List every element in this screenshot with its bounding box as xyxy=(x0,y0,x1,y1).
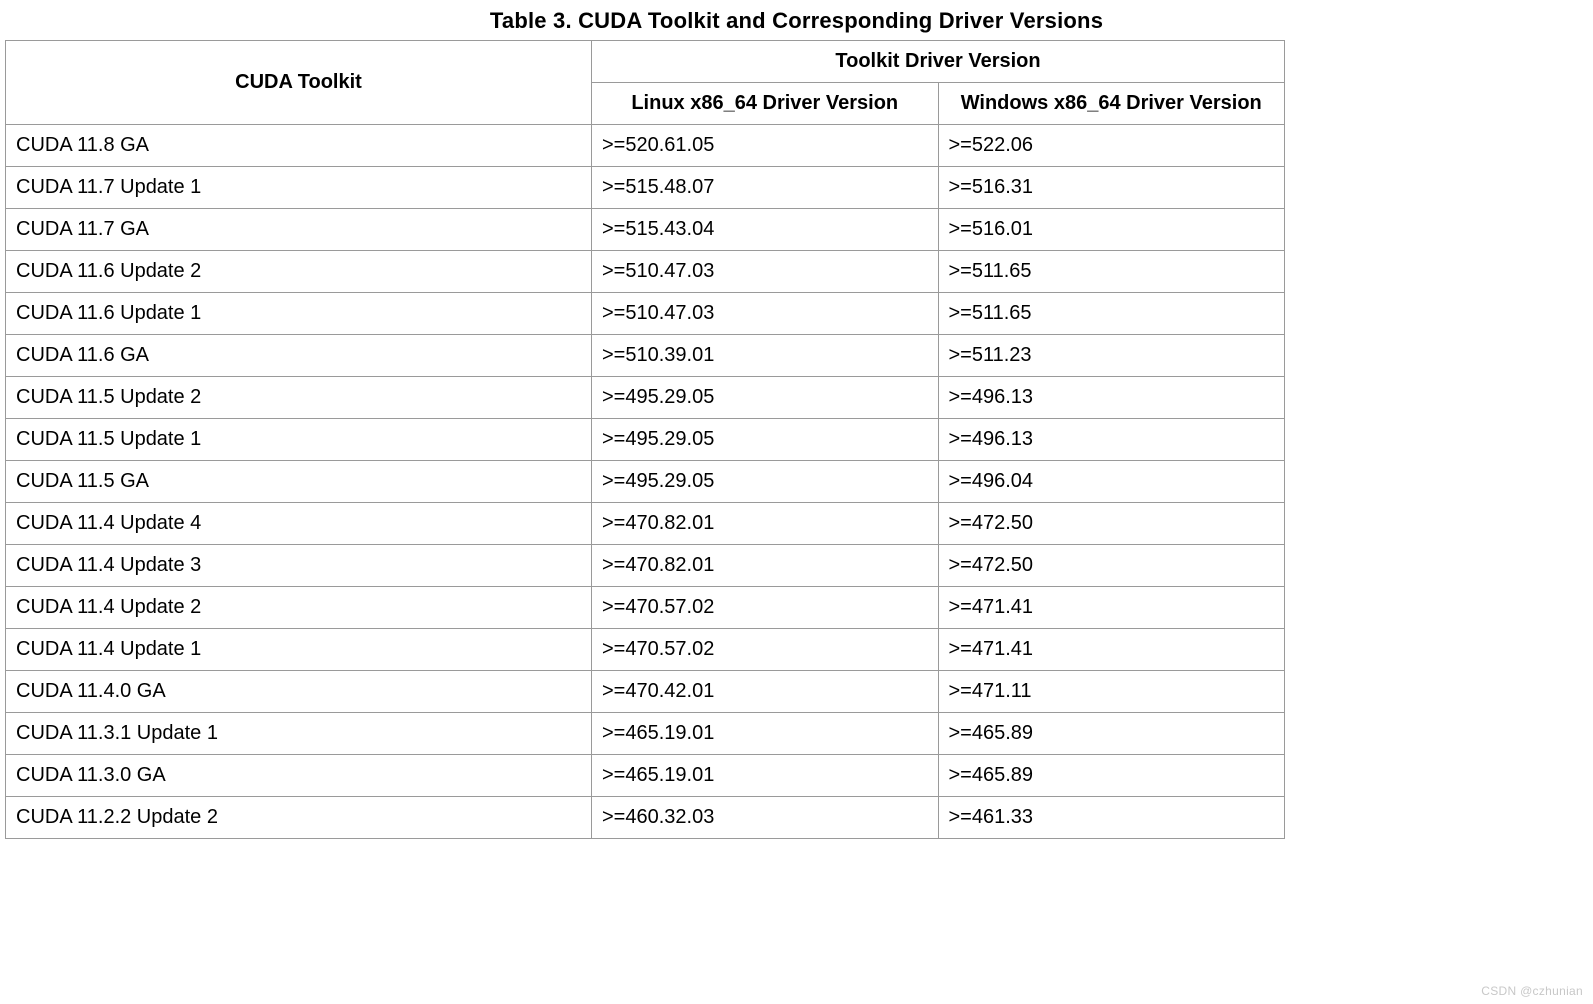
cell-toolkit: CUDA 11.6 Update 2 xyxy=(6,251,592,293)
header-linux-driver: Linux x86_64 Driver Version xyxy=(592,83,939,125)
cell-toolkit: CUDA 11.5 Update 1 xyxy=(6,419,592,461)
table-row: CUDA 11.5 GA>=495.29.05>=496.04 xyxy=(6,461,1285,503)
cell-toolkit: CUDA 11.7 GA xyxy=(6,209,592,251)
cell-linux-driver: >=515.48.07 xyxy=(592,167,939,209)
header-windows-driver: Windows x86_64 Driver Version xyxy=(938,83,1285,125)
cell-windows-driver: >=496.13 xyxy=(938,419,1285,461)
cell-windows-driver: >=511.23 xyxy=(938,335,1285,377)
cell-toolkit: CUDA 11.4.0 GA xyxy=(6,671,592,713)
table-row: CUDA 11.6 Update 2>=510.47.03>=511.65 xyxy=(6,251,1285,293)
cell-toolkit: CUDA 11.7 Update 1 xyxy=(6,167,592,209)
cell-windows-driver: >=471.41 xyxy=(938,629,1285,671)
cell-toolkit: CUDA 11.3.0 GA xyxy=(6,755,592,797)
cell-linux-driver: >=465.19.01 xyxy=(592,713,939,755)
table-row: CUDA 11.6 Update 1>=510.47.03>=511.65 xyxy=(6,293,1285,335)
cell-toolkit: CUDA 11.5 Update 2 xyxy=(6,377,592,419)
cell-linux-driver: >=520.61.05 xyxy=(592,125,939,167)
table-row: CUDA 11.2.2 Update 2>=460.32.03>=461.33 xyxy=(6,797,1285,839)
table-row: CUDA 11.7 GA>=515.43.04>=516.01 xyxy=(6,209,1285,251)
cell-windows-driver: >=465.89 xyxy=(938,755,1285,797)
cell-linux-driver: >=495.29.05 xyxy=(592,377,939,419)
cell-toolkit: CUDA 11.4 Update 2 xyxy=(6,587,592,629)
table-row: CUDA 11.4 Update 4>=470.82.01>=472.50 xyxy=(6,503,1285,545)
cell-windows-driver: >=516.31 xyxy=(938,167,1285,209)
cell-windows-driver: >=516.01 xyxy=(938,209,1285,251)
watermark: CSDN @czhunian xyxy=(1481,984,1583,998)
table-caption: Table 3. CUDA Toolkit and Corresponding … xyxy=(5,8,1588,34)
table-row: CUDA 11.4 Update 2>=470.57.02>=471.41 xyxy=(6,587,1285,629)
cell-toolkit: CUDA 11.4 Update 4 xyxy=(6,503,592,545)
cell-linux-driver: >=465.19.01 xyxy=(592,755,939,797)
cell-toolkit: CUDA 11.3.1 Update 1 xyxy=(6,713,592,755)
table-row: CUDA 11.4 Update 3>=470.82.01>=472.50 xyxy=(6,545,1285,587)
table-row: CUDA 11.4.0 GA>=470.42.01>=471.11 xyxy=(6,671,1285,713)
cell-linux-driver: >=515.43.04 xyxy=(592,209,939,251)
cell-windows-driver: >=471.41 xyxy=(938,587,1285,629)
cell-toolkit: CUDA 11.8 GA xyxy=(6,125,592,167)
cell-windows-driver: >=471.11 xyxy=(938,671,1285,713)
table-row: CUDA 11.8 GA>=520.61.05>=522.06 xyxy=(6,125,1285,167)
cell-toolkit: CUDA 11.6 Update 1 xyxy=(6,293,592,335)
cell-linux-driver: >=460.32.03 xyxy=(592,797,939,839)
cell-linux-driver: >=470.82.01 xyxy=(592,503,939,545)
cuda-driver-table: CUDA Toolkit Toolkit Driver Version Linu… xyxy=(5,40,1285,839)
cell-toolkit: CUDA 11.2.2 Update 2 xyxy=(6,797,592,839)
cell-windows-driver: >=511.65 xyxy=(938,293,1285,335)
cell-linux-driver: >=495.29.05 xyxy=(592,419,939,461)
cell-windows-driver: >=472.50 xyxy=(938,503,1285,545)
cell-windows-driver: >=465.89 xyxy=(938,713,1285,755)
table-row: CUDA 11.6 GA>=510.39.01>=511.23 xyxy=(6,335,1285,377)
cell-linux-driver: >=470.57.02 xyxy=(592,587,939,629)
cell-linux-driver: >=470.42.01 xyxy=(592,671,939,713)
header-cuda-toolkit: CUDA Toolkit xyxy=(6,41,592,125)
table-row: CUDA 11.3.1 Update 1>=465.19.01>=465.89 xyxy=(6,713,1285,755)
table-row: CUDA 11.5 Update 1>=495.29.05>=496.13 xyxy=(6,419,1285,461)
cell-linux-driver: >=510.39.01 xyxy=(592,335,939,377)
cell-windows-driver: >=461.33 xyxy=(938,797,1285,839)
table-row: CUDA 11.4 Update 1>=470.57.02>=471.41 xyxy=(6,629,1285,671)
cell-linux-driver: >=470.57.02 xyxy=(592,629,939,671)
cell-linux-driver: >=510.47.03 xyxy=(592,293,939,335)
cell-linux-driver: >=510.47.03 xyxy=(592,251,939,293)
cell-windows-driver: >=522.06 xyxy=(938,125,1285,167)
cell-toolkit: CUDA 11.6 GA xyxy=(6,335,592,377)
cell-windows-driver: >=472.50 xyxy=(938,545,1285,587)
table-row: CUDA 11.5 Update 2>=495.29.05>=496.13 xyxy=(6,377,1285,419)
cell-linux-driver: >=495.29.05 xyxy=(592,461,939,503)
cell-windows-driver: >=496.13 xyxy=(938,377,1285,419)
cell-windows-driver: >=496.04 xyxy=(938,461,1285,503)
cell-toolkit: CUDA 11.5 GA xyxy=(6,461,592,503)
cell-toolkit: CUDA 11.4 Update 3 xyxy=(6,545,592,587)
cell-linux-driver: >=470.82.01 xyxy=(592,545,939,587)
cell-toolkit: CUDA 11.4 Update 1 xyxy=(6,629,592,671)
table-row: CUDA 11.7 Update 1>=515.48.07>=516.31 xyxy=(6,167,1285,209)
header-driver-version-group: Toolkit Driver Version xyxy=(592,41,1285,83)
table-row: CUDA 11.3.0 GA>=465.19.01>=465.89 xyxy=(6,755,1285,797)
cell-windows-driver: >=511.65 xyxy=(938,251,1285,293)
